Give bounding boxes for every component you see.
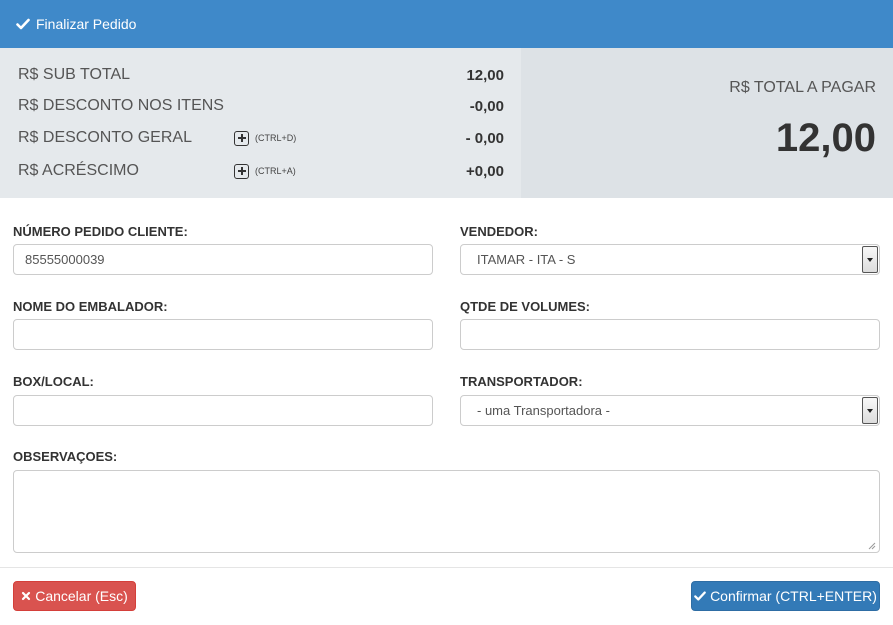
volumes-input[interactable] [460, 319, 880, 350]
packer-name-label: NOME DO EMBALADOR: [13, 299, 168, 314]
cancel-button-label: Cancelar (Esc) [35, 588, 128, 604]
general-discount-label: R$ DESCONTO GERAL [18, 129, 192, 146]
carrier-label: TRANSPORTADOR: [460, 374, 583, 389]
close-icon [21, 591, 31, 601]
surcharge-row: R$ ACRÉSCIMO (CTRL+A) +0,00 [18, 159, 504, 183]
check-icon [16, 17, 30, 31]
notes-textarea[interactable] [13, 470, 880, 553]
seller-selected-value: ITAMAR - ITA - S [477, 252, 576, 267]
surcharge-label: R$ ACRÉSCIMO [18, 162, 139, 179]
general-discount-row: R$ DESCONTO GERAL (CTRL+D) - 0,00 [18, 126, 504, 150]
total-panel: R$ TOTAL A PAGAR 12,00 [521, 48, 893, 198]
item-discount-value: -0,00 [469, 97, 504, 115]
subtotal-label: R$ SUB TOTAL [18, 66, 131, 83]
general-discount-shortcut-label: (CTRL+D) [255, 133, 297, 143]
resize-grip-icon[interactable] [866, 540, 876, 550]
general-discount-value: - 0,00 [465, 129, 504, 147]
confirm-button-label: Confirmar (CTRL+ENTER) [710, 588, 877, 604]
seller-select[interactable]: ITAMAR - ITA - S [460, 244, 880, 275]
notes-label: OBSERVAÇOES: [13, 449, 118, 464]
box-location-label: BOX/LOCAL: [13, 374, 94, 389]
subtotal-value: 12,00 [466, 66, 504, 84]
surcharge-shortcut-label: (CTRL+A) [255, 166, 296, 176]
item-discount-row: R$ DESCONTO NOS ITENS -0,00 [18, 94, 504, 118]
summary-panel: R$ SUB TOTAL 12,00 R$ DESCONTO NOS ITENS… [0, 48, 521, 198]
item-discount-label: R$ DESCONTO NOS ITENS [18, 97, 224, 114]
total-value: 12,00 [775, 116, 876, 160]
carrier-selected-value: - uma Transportadora - [477, 403, 610, 418]
order-number-input[interactable] [13, 244, 433, 275]
order-number-label: NÚMERO PEDIDO CLIENTE: [13, 224, 188, 239]
chevron-down-icon[interactable] [862, 246, 878, 273]
surcharge-value: +0,00 [466, 162, 504, 180]
plus-box-icon[interactable] [234, 163, 249, 179]
confirm-button[interactable]: Confirmar (CTRL+ENTER) [691, 581, 880, 611]
surcharge-shortcut[interactable]: (CTRL+A) [234, 163, 296, 179]
total-label: R$ TOTAL A PAGAR [729, 79, 876, 96]
modal-title: Finalizar Pedido [36, 16, 137, 32]
footer-divider [0, 567, 893, 568]
cancel-button[interactable]: Cancelar (Esc) [13, 581, 136, 611]
volumes-label: QTDE DE VOLUMES: [460, 299, 591, 314]
seller-label: VENDEDOR: [460, 224, 539, 239]
check-icon [694, 590, 706, 602]
box-location-input[interactable] [13, 395, 433, 426]
carrier-select[interactable]: - uma Transportadora - [460, 395, 880, 426]
general-discount-shortcut[interactable]: (CTRL+D) [234, 130, 297, 146]
chevron-down-icon[interactable] [862, 397, 878, 424]
modal-header: Finalizar Pedido [0, 0, 893, 48]
subtotal-row: R$ SUB TOTAL 12,00 [18, 63, 504, 87]
packer-name-input[interactable] [13, 319, 433, 350]
plus-box-icon[interactable] [234, 130, 249, 146]
